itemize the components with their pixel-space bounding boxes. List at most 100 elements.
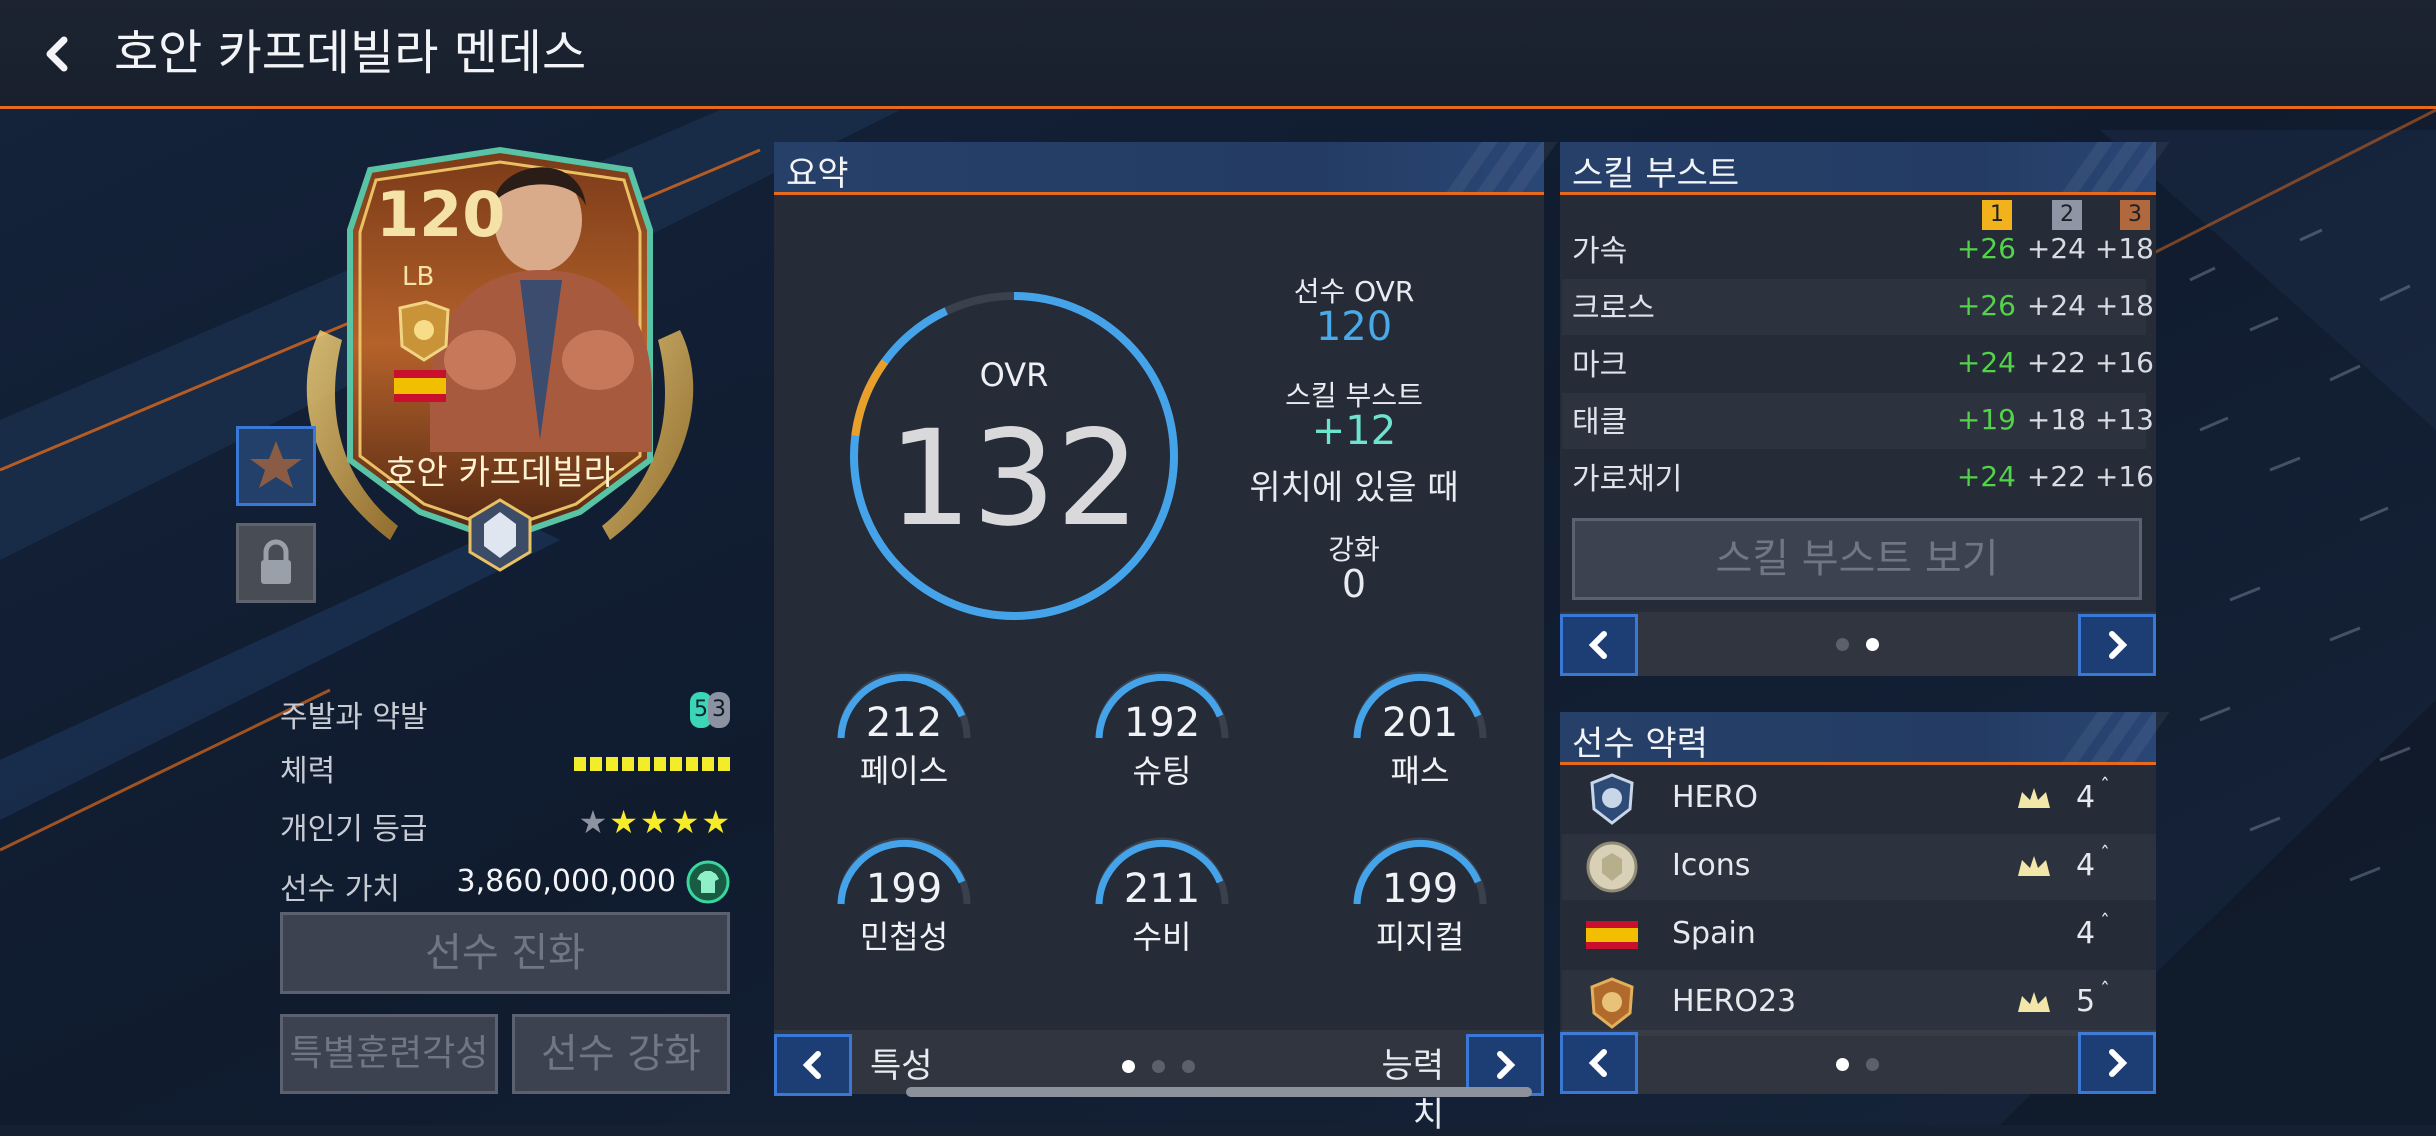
chevron-left-icon [1588, 1049, 1607, 1077]
chevron-left-icon [46, 36, 68, 72]
team-traits-header: 선수 약력 [1560, 712, 2170, 765]
boost-level-2: +24 [2026, 289, 2086, 322]
summary-header: 요약 [774, 142, 1558, 195]
boost-level-2: +22 [2026, 346, 2086, 379]
chevron-up-icon: ˆ [2100, 842, 2110, 866]
skill-boost-header: 스킬 부스트 [1560, 142, 2170, 195]
team-trait-row[interactable]: HERO23 5 ˆ [1562, 970, 2156, 1036]
team-trait-row[interactable]: HERO 4 ˆ [1562, 766, 2156, 832]
trait-crown-icon [2018, 856, 2050, 876]
chevron-left-icon [1588, 631, 1607, 659]
skill-boost-note: 위치에 있을 때 [1249, 468, 1459, 508]
chevron-up-icon: ˆ [2100, 978, 2110, 1002]
popularity-label: 개인기 등급 [280, 812, 428, 847]
stamina-segment [702, 757, 714, 771]
skill-name: 마크 [1572, 348, 1628, 383]
stamina-segment [670, 757, 682, 771]
skill-name: 가속 [1572, 234, 1628, 269]
boost-level-2: +22 [2026, 460, 2086, 493]
stat-label: 패스 [1390, 752, 1450, 790]
hero-badge-icon [1590, 773, 1634, 825]
page-dot-active [1836, 1058, 1849, 1071]
star-icon [250, 441, 302, 488]
team-traits-next-button[interactable] [2078, 1032, 2156, 1094]
skill-boost-row: 마크 +24 +22 +16 [1562, 336, 2154, 392]
stat-value: 192 [1123, 700, 1201, 746]
page-dot-active [1866, 638, 1879, 651]
ovr-label: OVR [979, 356, 1049, 394]
enhance-button[interactable]: 선수 강화 [512, 1014, 730, 1094]
stamina-segment [638, 757, 650, 771]
chevron-right-icon [1497, 1051, 1516, 1079]
star-empty-icon: ★ [578, 803, 608, 841]
favorite-button[interactable] [236, 426, 316, 506]
stat-value: 211 [1123, 866, 1201, 912]
value-row: 선수 가치 3,860,000,000 [280, 860, 730, 907]
boost-level-3: +16 [2094, 460, 2154, 493]
trait-name: Icons [1672, 848, 1751, 883]
stamina-row: 체력 [280, 742, 730, 789]
stat-value: 212 [865, 700, 943, 746]
stat-label: 피지컬 [1375, 918, 1465, 956]
boost-level-1: +24 [1956, 460, 2016, 493]
card-name: 호안 카프데빌라 [385, 453, 615, 493]
team-trait-row[interactable]: Spain 4 ˆ [1562, 902, 2156, 968]
stamina-segment [590, 757, 602, 771]
page-dot-active [1122, 1060, 1135, 1073]
skill-boost-value: +12 [1311, 408, 1397, 454]
skill-boost-row: 크로스 +26 +24 +18 [1562, 279, 2154, 335]
skill-boost-row: 태클 +19 +18 +13 [1562, 393, 2154, 449]
lock-icon [261, 539, 291, 584]
footer-left-label[interactable]: 특성 [870, 1038, 933, 1087]
skill-boost-footer [1560, 612, 2156, 676]
card-ovr: 120 [376, 178, 506, 251]
boost-level-2: +24 [2026, 232, 2086, 265]
stat-value: 201 [1381, 700, 1459, 746]
team-trait-row[interactable]: Icons 4 ˆ [1562, 834, 2156, 900]
star-filled-icon: ★ [670, 803, 700, 841]
stamina-bar [574, 757, 730, 771]
ovr-value: 132 [888, 402, 1140, 556]
skill-name: 가로채기 [1572, 462, 1683, 497]
skill-boost-prev-button[interactable] [1560, 614, 1638, 676]
stamina-segment [654, 757, 666, 771]
top-bar: 호안 카프데빌라 멘데스 [0, 0, 2436, 109]
skill-boost-row: 가속 +26 +24 +18 [1562, 222, 2154, 278]
trait-crown-icon [2018, 992, 2050, 1012]
trait-name: HERO23 [1672, 984, 1797, 1019]
trait-name: Spain [1672, 916, 1756, 951]
stat-label: 페이스 [859, 752, 949, 790]
skill-boost-row: 가로채기 +24 +22 +16 [1562, 450, 2154, 506]
special-training-button[interactable]: 특별훈련각성 [280, 1014, 498, 1094]
page-dot [1182, 1060, 1195, 1073]
team-traits-prev-button[interactable] [1560, 1032, 1638, 1094]
hero23-badge-icon [1590, 977, 1634, 1029]
back-button[interactable] [34, 28, 84, 78]
player-ovr-value: 120 [1315, 304, 1393, 350]
horizontal-scrollbar[interactable] [906, 1087, 1532, 1097]
chevron-right-icon [2109, 631, 2128, 659]
view-skill-boost-button[interactable]: 스킬 부스트 보기 [1572, 518, 2142, 600]
player-card[interactable]: 120 LB 호안 카프데빌라 [280, 140, 720, 580]
chevron-left-icon [802, 1051, 821, 1079]
star-filled-icon: ★ [701, 803, 730, 841]
evolution-button[interactable]: 선수 진화 [280, 912, 730, 994]
trait-count: 4 [2076, 780, 2096, 815]
stamina-segment [606, 757, 618, 771]
boost-level-1: +24 [1956, 346, 2016, 379]
trait-crown-icon [2018, 788, 2050, 808]
skill-stars: ★ ★ ★ ★ ★ [579, 804, 730, 840]
stamina-label: 체력 [280, 754, 336, 789]
icons-badge-icon [1586, 841, 1638, 893]
summary-prev-button[interactable] [774, 1034, 852, 1096]
boost-level-3: +13 [2094, 403, 2154, 436]
lock-button[interactable] [236, 523, 316, 603]
popularity-row: 개인기 등급 ★ ★ ★ ★ ★ [280, 800, 730, 847]
stat-value: 199 [865, 866, 943, 912]
value-label: 선수 가치 [280, 872, 400, 907]
boost-level-1: +26 [1956, 289, 2016, 322]
skill-boost-next-button[interactable] [2078, 614, 2156, 676]
page-dot [1866, 1058, 1879, 1071]
foot-row: 주발과 약발 5 3 [280, 688, 730, 735]
team-traits-title: 선수 약력 [1572, 724, 1708, 764]
